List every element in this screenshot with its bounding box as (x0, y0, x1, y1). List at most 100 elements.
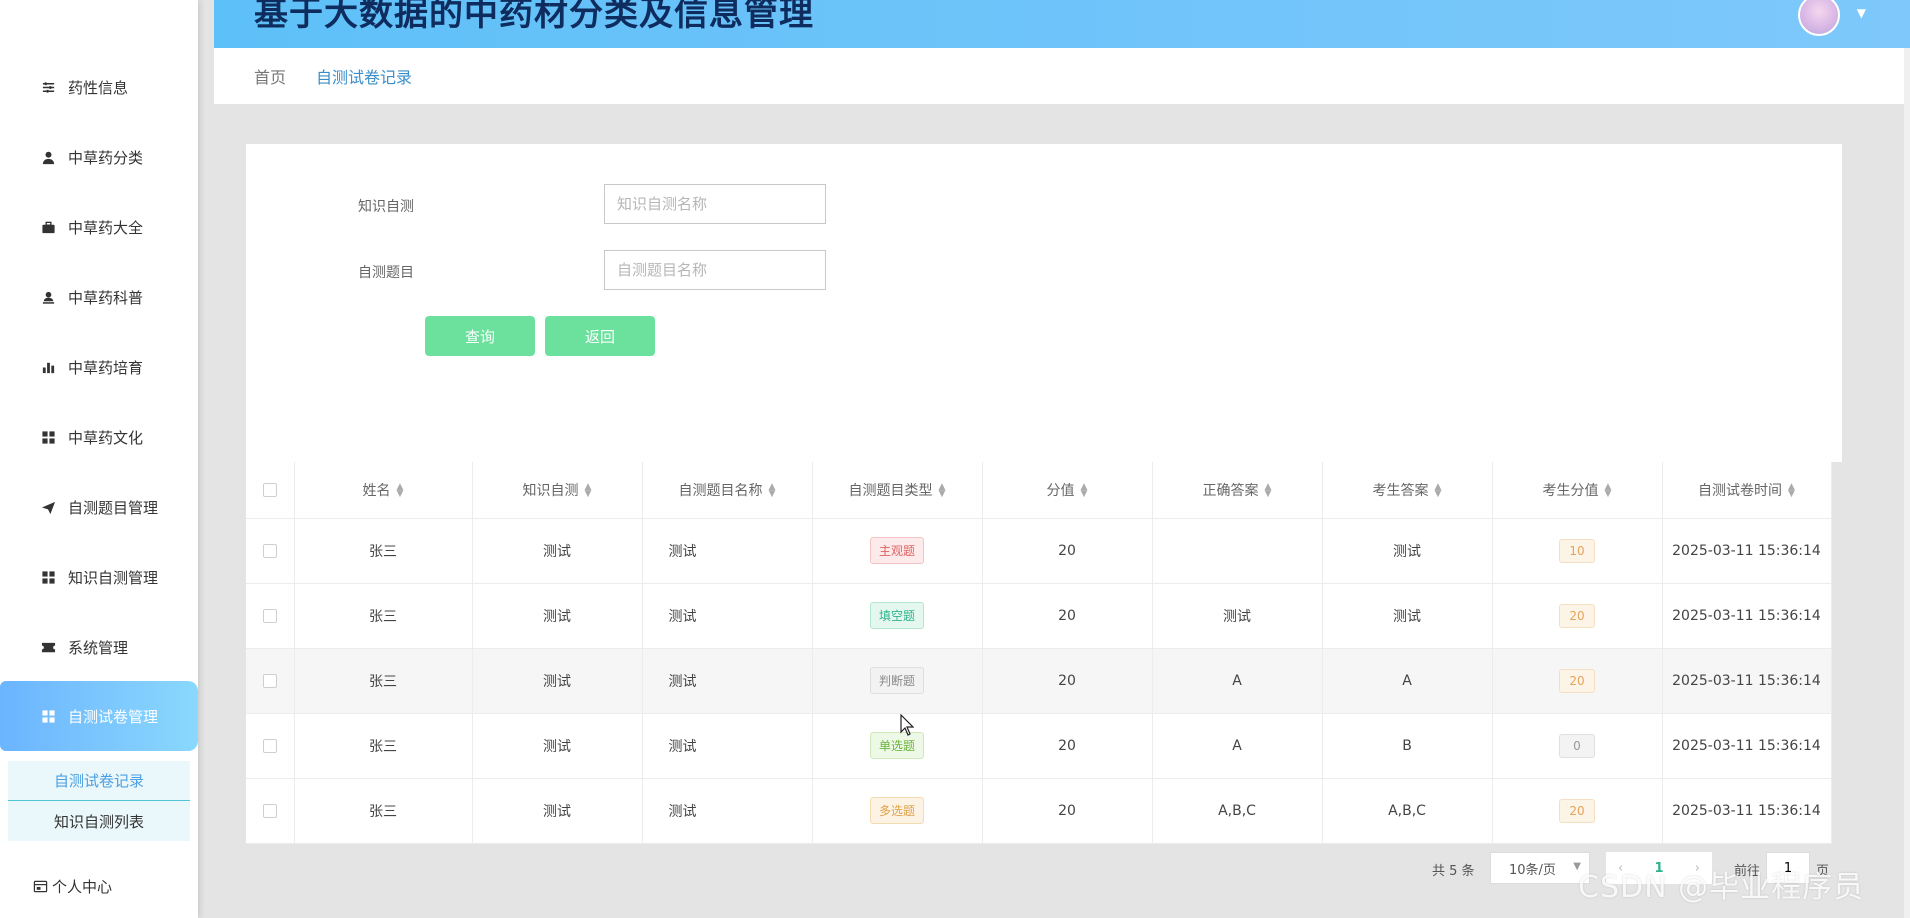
column-header-type[interactable]: 自测题目类型 ▲ ▼ (812, 462, 983, 519)
submenu-item-test-paper-records[interactable]: 自测试卷记录 (8, 761, 190, 801)
sidebar-item-herb-science[interactable]: 中草药科普 (0, 277, 198, 317)
column-header-student-score[interactable]: 考生分值 ▲ ▼ (1492, 462, 1663, 519)
cell-type: 判断题 (812, 648, 983, 714)
cell-score: 20 (982, 583, 1153, 649)
row-checkbox[interactable] (262, 803, 277, 818)
sidebar-item-question-management[interactable]: 自测题目管理 (0, 487, 198, 527)
row-checkbox[interactable] (262, 673, 277, 688)
back-button[interactable]: 返回 (545, 316, 655, 356)
cell-question: 测试 (642, 778, 813, 844)
column-header-name[interactable]: 姓名 ▲ ▼ (294, 462, 473, 519)
sort-icon[interactable]: ▲ ▼ (1788, 482, 1795, 498)
sidebar-item-herb-encyclopedia[interactable]: 中草药大全 (0, 207, 198, 247)
cell-knowledge: 测试 (472, 778, 643, 844)
grid-icon (40, 429, 56, 445)
column-header-label: 自测题目类型 (848, 482, 933, 499)
sidebar-item-herb-cultivation[interactable]: 中草药培育 (0, 347, 198, 387)
cell-answer: B (1322, 713, 1493, 779)
bar-chart-icon (40, 359, 56, 375)
ticket-icon (40, 639, 56, 655)
sidebar-item-profile[interactable]: 个人中心 (0, 866, 198, 906)
type-tag: 填空题 (869, 602, 924, 629)
row-select-cell (246, 583, 295, 649)
type-tag: 单选题 (869, 732, 924, 759)
submenu: 自测试卷记录 知识自测列表 (8, 761, 190, 841)
sidebar-item-test-paper-management[interactable]: 自测试卷管理 (0, 681, 198, 751)
chevron-down-icon[interactable]: ▼ (1857, 6, 1866, 20)
column-header-student-answer[interactable]: 考生答案 ▲ ▼ (1322, 462, 1493, 519)
cell-correct: 测试 (1152, 583, 1323, 649)
page-size-select[interactable]: 10条/页 ▼ (1490, 852, 1590, 884)
cell-got: 20 (1492, 648, 1663, 714)
sidebar-item-label: 中草药分类 (68, 148, 144, 167)
sidebar-item-label: 中草药大全 (68, 218, 144, 237)
sort-icon[interactable]: ▲ ▼ (939, 482, 946, 498)
sidebar-item-drug-property[interactable]: 药性信息 (0, 67, 198, 107)
column-header-question[interactable]: 自测题目名称 ▲ ▼ (642, 462, 813, 519)
cell-time: 2025-03-11 15:36:14 (1662, 583, 1832, 649)
sort-icon[interactable]: ▲ ▼ (1081, 482, 1088, 498)
grid-icon (40, 569, 56, 585)
submenu-item-knowledge-test-list[interactable]: 知识自测列表 (8, 801, 190, 841)
score-badge: 0 (1559, 733, 1595, 758)
row-checkbox[interactable] (262, 608, 277, 623)
sidebar-item-system-management[interactable]: 系统管理 (0, 627, 198, 667)
question-input[interactable] (604, 250, 826, 290)
sort-icon[interactable]: ▲ ▼ (1265, 482, 1272, 498)
table-header-row: 姓名 ▲ ▼ 知识自测 ▲ ▼ 自测题目名称 ▲ ▼ 自测题目类型 ▲ ▼ 分值 ▲ ▼ 正确答案 ▲… (246, 462, 1832, 519)
cell-got: 10 (1492, 518, 1663, 584)
select-all-checkbox[interactable] (262, 482, 277, 497)
cell-name: 张三 (294, 778, 473, 844)
cell-knowledge: 测试 (472, 648, 643, 714)
breadcrumb-current: 自测试卷记录 (316, 68, 413, 87)
user-id-icon (40, 289, 56, 305)
scrollbar[interactable] (1904, 48, 1910, 918)
table-row[interactable]: 张三 测试 测试 单选题 20 A B 0 2025-03-11 15:36:1… (246, 713, 1832, 779)
sort-icon[interactable]: ▲ ▼ (1605, 482, 1612, 498)
table-row[interactable]: 张三 测试 测试 主观题 20 测试 10 2025-03-11 15:36:1… (246, 518, 1832, 584)
column-header-time[interactable]: 自测试卷时间 ▲ ▼ (1662, 462, 1832, 519)
table-row[interactable]: 张三 测试 测试 判断题 20 A A 20 2025-03-11 15:36:… (246, 648, 1832, 714)
sidebar-item-knowledge-test-management[interactable]: 知识自测管理 (0, 557, 198, 597)
records-table: 姓名 ▲ ▼ 知识自测 ▲ ▼ 自测题目名称 ▲ ▼ 自测题目类型 ▲ ▼ 分值 ▲ ▼ 正确答案 ▲… (246, 462, 1832, 844)
cell-time: 2025-03-11 15:36:14 (1662, 713, 1832, 779)
sidebar-item-label: 个人中心 (52, 877, 113, 896)
table-row[interactable]: 张三 测试 测试 填空题 20 测试 测试 20 2025-03-11 15:3… (246, 583, 1832, 649)
type-tag: 判断题 (869, 667, 924, 694)
breadcrumb-home[interactable]: 首页 (254, 64, 286, 88)
column-header-correct-answer[interactable]: 正确答案 ▲ ▼ (1152, 462, 1323, 519)
column-header-knowledge[interactable]: 知识自测 ▲ ▼ (472, 462, 643, 519)
avatar[interactable] (1798, 0, 1840, 36)
breadcrumb: 首页 自测试卷记录 (214, 48, 1904, 104)
cell-correct: A (1152, 648, 1323, 714)
sort-icon[interactable]: ▲ ▼ (1435, 482, 1442, 498)
cell-correct: A (1152, 713, 1323, 779)
column-header-label: 自测试卷时间 (1698, 482, 1783, 499)
column-header-label: 考生分值 (1542, 482, 1599, 499)
table-row[interactable]: 张三 测试 测试 多选题 20 A,B,C A,B,C 20 2025-03-1… (246, 778, 1832, 844)
sidebar-item-label: 自测题目管理 (68, 498, 159, 517)
row-checkbox[interactable] (262, 543, 277, 558)
column-header-score[interactable]: 分值 ▲ ▼ (982, 462, 1153, 519)
sidebar-item-herb-category[interactable]: 中草药分类 (0, 137, 198, 177)
search-panel: 知识自测 自测题目 查询 返回 (246, 144, 1842, 462)
sliders-icon (40, 79, 56, 95)
send-icon (40, 499, 56, 515)
cell-answer: 测试 (1322, 583, 1493, 649)
sort-icon[interactable]: ▲ ▼ (397, 482, 404, 498)
column-header-label: 正确答案 (1202, 482, 1259, 499)
knowledge-test-input[interactable] (604, 184, 826, 224)
cell-time: 2025-03-11 15:36:14 (1662, 518, 1832, 584)
sort-icon[interactable]: ▲ ▼ (585, 482, 592, 498)
row-select-cell (246, 778, 295, 844)
pagination-total: 共 5 条 (1432, 864, 1475, 879)
query-button[interactable]: 查询 (425, 316, 535, 356)
row-checkbox[interactable] (262, 738, 277, 753)
sidebar-item-label: 药性信息 (68, 78, 129, 97)
sort-icon[interactable]: ▲ ▼ (769, 482, 776, 498)
cell-got: 0 (1492, 713, 1663, 779)
sidebar-item-label: 自测试卷管理 (68, 707, 159, 726)
sidebar-item-herb-culture[interactable]: 中草药文化 (0, 417, 198, 457)
row-select-cell (246, 713, 295, 779)
question-label: 自测题目 (358, 265, 414, 281)
